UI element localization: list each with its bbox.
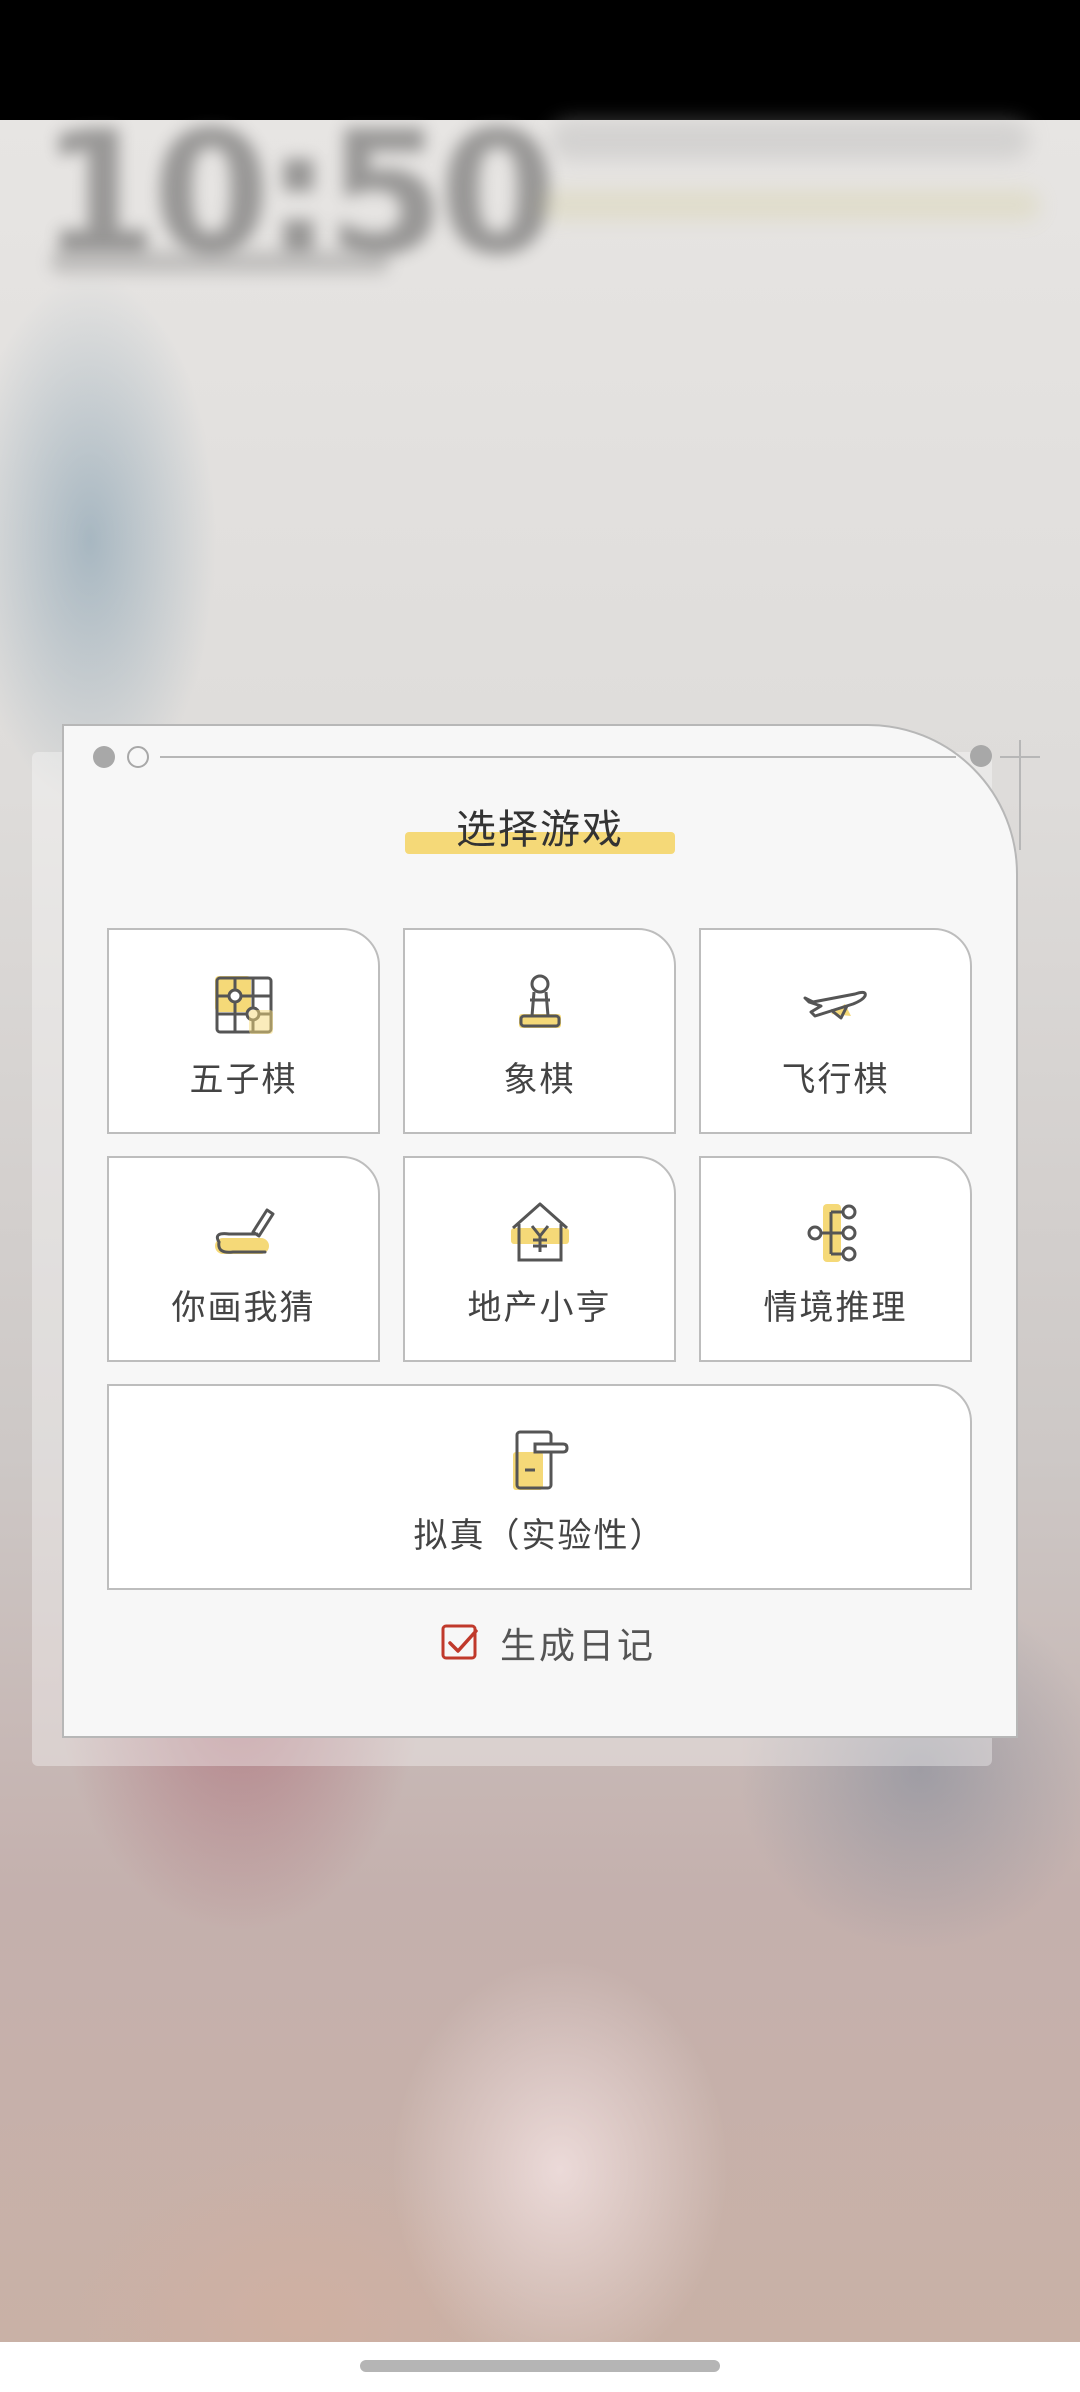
generate-diary-toggle[interactable]: 生成日记 (440, 1618, 656, 1668)
game-tile-aeroplane-chess[interactable]: 飞行棋 (699, 928, 972, 1134)
blurred-date (50, 250, 390, 274)
door-handle-icon (512, 1430, 569, 1490)
dialog-title: 选择游戏 (405, 800, 675, 860)
game-label: 地产小亨 (467, 1288, 612, 1328)
decor-dot (970, 745, 992, 767)
decor-crosshair (1019, 740, 1021, 850)
game-label: 拟真（实验性） (413, 1516, 666, 1556)
decor-line (160, 756, 956, 758)
decor-ring (127, 746, 149, 768)
blurred-status-text (550, 120, 1030, 160)
game-tile-scenario-reasoning[interactable]: 情境推理 (699, 1156, 972, 1362)
dialog-title-text: 选择游戏 (456, 807, 624, 853)
game-label: 五子棋 (189, 1060, 298, 1100)
chess-pawn-icon (518, 974, 561, 1028)
blurred-clock: 10:50 (40, 95, 557, 293)
game-tile-chess[interactable]: 象棋 (403, 928, 676, 1134)
branch-tree-icon (807, 1204, 856, 1262)
airplane-icon (803, 990, 867, 1020)
checkbox-checked-icon[interactable] (440, 1623, 480, 1663)
blurred-status-text (540, 190, 1040, 220)
home-indicator[interactable] (360, 2360, 720, 2372)
game-label: 象棋 (503, 1060, 576, 1100)
generate-diary-label: 生成日记 (500, 1626, 657, 1667)
pencil-draw-icon (214, 1208, 274, 1254)
game-tile-gomoku[interactable]: 五子棋 (107, 928, 380, 1134)
game-tile-draw-guess[interactable]: 你画我猜 (107, 1156, 380, 1362)
house-yen-icon (510, 1202, 569, 1262)
game-tile-simulation[interactable]: 拟真（实验性） (107, 1384, 972, 1590)
game-label: 情境推理 (763, 1288, 908, 1328)
decor-dot (93, 746, 115, 768)
game-label: 你画我猜 (171, 1288, 316, 1328)
game-tile-property-tycoon[interactable]: 地产小亨 (403, 1156, 676, 1362)
gomoku-board-icon (214, 976, 273, 1034)
game-label: 飞行棋 (781, 1060, 890, 1100)
